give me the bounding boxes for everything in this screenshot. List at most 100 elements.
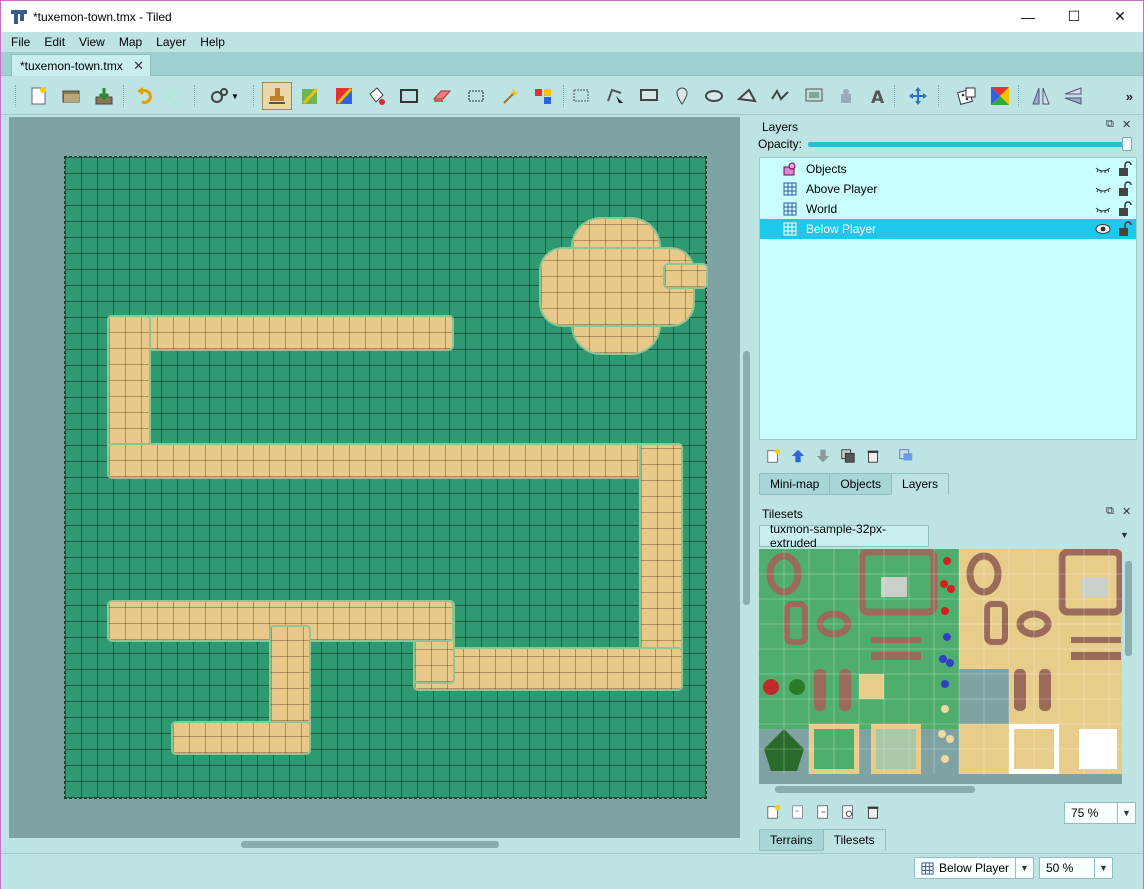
map-viewport[interactable] — [9, 117, 740, 838]
toolbar-overflow-button[interactable]: » — [1126, 89, 1133, 104]
remove-tileset-icon[interactable] — [863, 802, 883, 822]
tileset-image[interactable] — [759, 549, 1122, 789]
opacity-slider-handle[interactable] — [1122, 137, 1132, 151]
menu-edit[interactable]: Edit — [44, 35, 65, 49]
move-icon[interactable] — [905, 83, 931, 109]
insert-polygon-icon[interactable] — [734, 83, 760, 109]
magic-wand-icon[interactable] — [497, 83, 523, 109]
new-tileset-icon[interactable] — [764, 802, 784, 822]
hidden-eye-icon[interactable] — [1095, 162, 1111, 176]
layer-name: World — [806, 202, 838, 216]
lower-layer-icon[interactable] — [813, 446, 833, 466]
rectangular-select-icon[interactable] — [463, 83, 489, 109]
random-mode-icon[interactable] — [954, 83, 980, 109]
hidden-eye-icon[interactable] — [1095, 182, 1111, 196]
eraser-icon[interactable] — [429, 83, 455, 109]
bucket-fill-icon[interactable] — [363, 83, 389, 109]
current-layer-select[interactable]: Below Player ▼ — [914, 857, 1034, 879]
opacity-slider[interactable] — [808, 142, 1130, 147]
select-same-tile-icon[interactable] — [530, 83, 556, 109]
new-layer-icon[interactable] — [764, 446, 784, 466]
visible-eye-icon[interactable] — [1095, 222, 1111, 236]
unlock-icon[interactable] — [1118, 181, 1132, 197]
scroll-thumb[interactable] — [775, 786, 975, 793]
flip-vertical-icon[interactable] — [1060, 83, 1086, 109]
tile-map-canvas[interactable] — [64, 156, 707, 799]
opacity-label: Opacity: — [758, 137, 803, 151]
select-objects-icon[interactable] — [569, 83, 595, 109]
layer-row-above-player[interactable]: Above Player — [760, 179, 1136, 199]
close-tab-icon[interactable]: ✕ — [133, 58, 144, 74]
save-file-icon[interactable] — [91, 83, 117, 109]
hidden-eye-icon[interactable] — [1095, 202, 1111, 216]
layer-row-objects[interactable]: Objects — [760, 159, 1136, 179]
terrain-brush-icon[interactable] — [297, 83, 323, 109]
redo-icon[interactable] — [162, 83, 188, 109]
insert-tile-icon[interactable] — [801, 83, 827, 109]
tab-objects[interactable]: Objects — [829, 473, 893, 495]
duplicate-layer-icon[interactable] — [838, 446, 858, 466]
edit-tileset-icon[interactable] — [838, 802, 858, 822]
menu-map[interactable]: Map — [119, 35, 142, 49]
scroll-thumb[interactable] — [241, 841, 499, 848]
close-panel-icon[interactable]: ✕ — [1122, 505, 1131, 518]
float-panel-icon[interactable]: ⧉ — [1106, 505, 1114, 518]
stamp-brush-icon[interactable] — [262, 82, 292, 110]
raise-layer-icon[interactable] — [788, 446, 808, 466]
menu-file[interactable]: File — [11, 35, 30, 49]
unlock-icon[interactable] — [1118, 161, 1132, 177]
tileset-view[interactable] — [759, 549, 1122, 789]
export-tileset-icon[interactable] — [813, 802, 833, 822]
menu-layer[interactable]: Layer — [156, 35, 186, 49]
tab-layers[interactable]: Layers — [891, 473, 950, 495]
wang-brush-icon[interactable] — [331, 83, 357, 109]
edit-polygons-icon[interactable] — [602, 83, 628, 109]
insert-template-icon[interactable] — [833, 83, 859, 109]
new-map-icon[interactable] — [26, 83, 52, 109]
upper-dock-tabs: Mini-map Objects Layers — [759, 473, 950, 495]
tab-terrains[interactable]: Terrains — [759, 829, 824, 851]
map-vertical-scrollbar[interactable] — [740, 117, 753, 838]
flip-horizontal-icon[interactable] — [1028, 83, 1054, 109]
commands-icon[interactable]: ▼ — [204, 83, 244, 109]
status-bar: Below Player ▼ 50 % ▼ — [1, 853, 1143, 889]
tileset-zoom-value: 75 % — [1071, 806, 1099, 820]
open-file-icon[interactable] — [58, 83, 84, 109]
path-tile-region — [665, 265, 706, 287]
wang-fill-icon[interactable] — [987, 83, 1013, 109]
tileset-tabs-dropdown-icon[interactable]: ▼ — [1120, 530, 1129, 540]
map-zoom-select[interactable]: 50 % ▼ — [1039, 857, 1113, 879]
tileset-tab[interactable]: tuxmon-sample-32px-extruded — [759, 522, 929, 550]
tileset-horizontal-scrollbar[interactable] — [759, 784, 1122, 795]
tileset-vertical-scrollbar[interactable] — [1122, 549, 1135, 789]
toggle-other-layers-icon[interactable] — [896, 446, 916, 466]
undo-icon[interactable] — [132, 83, 158, 109]
scroll-thumb[interactable] — [1125, 561, 1132, 656]
shape-fill-icon[interactable] — [396, 83, 422, 109]
close-panel-icon[interactable]: ✕ — [1122, 118, 1131, 131]
unlock-icon[interactable] — [1118, 201, 1132, 217]
insert-text-icon[interactable]: A — [865, 83, 891, 109]
maximize-button[interactable]: ☐ — [1051, 1, 1097, 32]
insert-point-icon[interactable] — [669, 83, 695, 109]
layer-row-world[interactable]: World — [760, 199, 1136, 219]
minimize-button[interactable]: — — [1005, 1, 1051, 32]
path-tile-region — [415, 649, 681, 689]
map-horizontal-scrollbar[interactable] — [9, 838, 740, 851]
scroll-thumb[interactable] — [743, 351, 750, 605]
tab-tilesets[interactable]: Tilesets — [822, 829, 886, 851]
embed-tileset-icon[interactable] — [788, 802, 808, 822]
remove-layer-icon[interactable] — [863, 446, 883, 466]
float-panel-icon[interactable]: ⧉ — [1106, 118, 1114, 131]
document-tab[interactable]: *tuxemon-town.tmx ✕ — [11, 54, 151, 76]
menu-view[interactable]: View — [79, 35, 105, 49]
insert-polyline-icon[interactable] — [767, 83, 793, 109]
tileset-zoom-select[interactable]: 75 % ▼ — [1064, 802, 1136, 824]
layer-row-below-player[interactable]: Below Player — [760, 219, 1136, 239]
unlock-icon[interactable] — [1118, 221, 1132, 237]
close-window-button[interactable]: ✕ — [1097, 1, 1143, 32]
menu-help[interactable]: Help — [200, 35, 225, 49]
insert-rectangle-icon[interactable] — [636, 83, 662, 109]
tab-mini-map[interactable]: Mini-map — [759, 473, 831, 495]
insert-ellipse-icon[interactable] — [701, 83, 727, 109]
